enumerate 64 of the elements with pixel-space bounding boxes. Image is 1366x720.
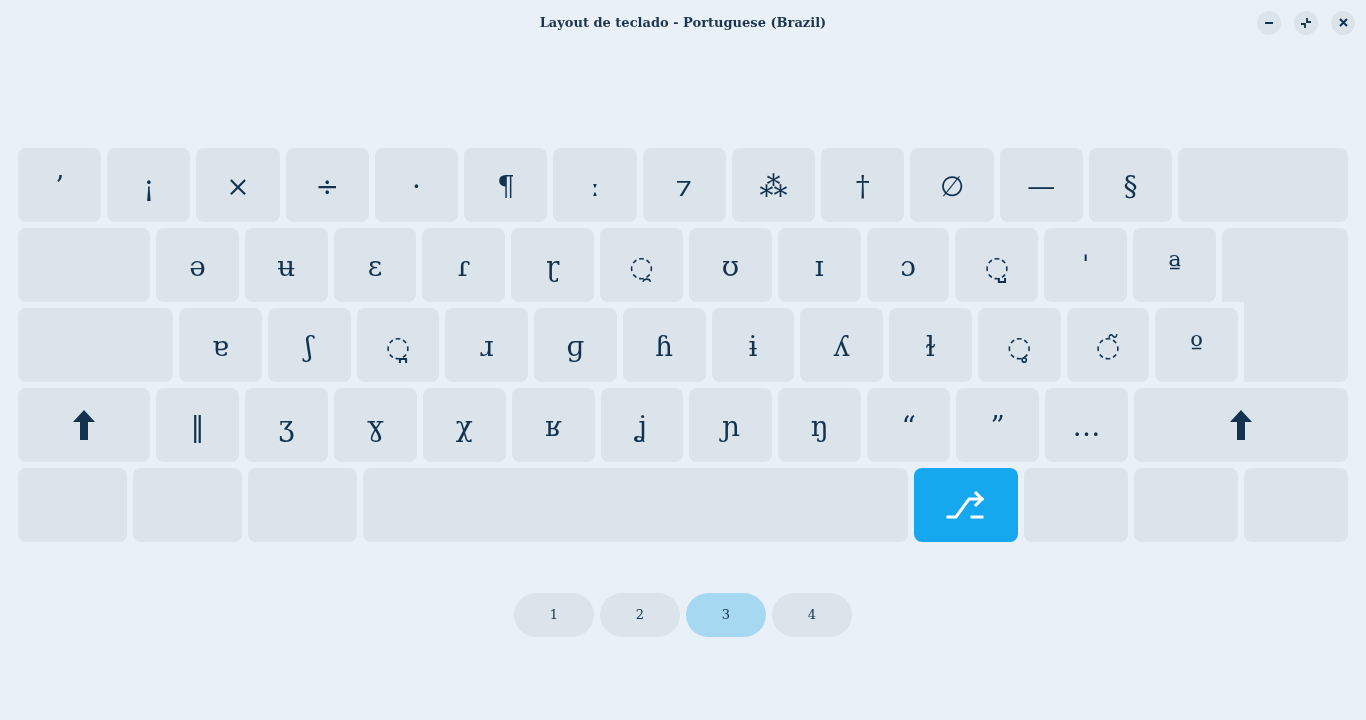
keyboard-key[interactable]: ɹ: [445, 308, 528, 382]
switch-key[interactable]: [914, 468, 1018, 542]
keyboard-key[interactable]: ”: [956, 388, 1040, 462]
keyboard-key[interactable]: χ: [422, 388, 506, 462]
keyboard-key[interactable]: ɣ: [333, 388, 417, 462]
keyboard-key[interactable]: ª: [1133, 228, 1216, 302]
page-tab[interactable]: 2: [600, 593, 680, 637]
keyboard-key[interactable]: ɡ: [534, 308, 617, 382]
keyboard-key[interactable]: ɐ: [179, 308, 262, 382]
keyboard-key[interactable]: ◌̪: [356, 308, 440, 382]
keyboard-key[interactable]: ɦ: [622, 308, 706, 382]
keyboard-key[interactable]: ʃ: [267, 308, 351, 382]
keyboard-key[interactable]: ʁ: [511, 388, 595, 462]
keyboard-key[interactable]: ʒ: [244, 388, 328, 462]
page-tab[interactable]: 4: [772, 593, 852, 637]
page-tab[interactable]: 3: [686, 593, 766, 637]
minimize-button[interactable]: [1257, 10, 1281, 35]
keyboard-key[interactable]: ŋ: [778, 388, 862, 462]
keyboard-key[interactable]: ɨ: [711, 308, 795, 382]
minimize-icon: [1265, 21, 1273, 24]
page-tab[interactable]: 1: [514, 593, 594, 637]
keyboard-key[interactable]: ˈ: [1044, 228, 1128, 302]
keyboard-key[interactable]: ʝ: [600, 388, 684, 462]
keyboard-key[interactable]: ɔ: [866, 228, 950, 302]
keyboard-key[interactable]: §: [1088, 148, 1173, 222]
restore-icon: [1301, 17, 1311, 28]
keyboard-key[interactable]: …: [1045, 388, 1128, 462]
keyboard-key[interactable]: ʎ: [800, 308, 883, 382]
keyboard-key[interactable]: ɾ: [422, 228, 506, 302]
keyboard-key[interactable]: ɫ: [889, 308, 972, 382]
keyboard-key[interactable]: ◌̥: [977, 308, 1061, 382]
close-button[interactable]: [1331, 10, 1355, 35]
keyboard-key[interactable]: ʊ: [688, 228, 772, 302]
keyboard-key[interactable]: ə: [156, 228, 239, 302]
up-arrow-icon: [73, 410, 95, 440]
shift-key[interactable]: [18, 388, 150, 462]
keyboard-key[interactable]: “: [867, 388, 951, 462]
keyboard-key[interactable]: ¶: [464, 148, 548, 222]
keyboard-key[interactable]: ◌̺: [955, 228, 1039, 302]
keyboard-key[interactable]: ÷: [285, 148, 369, 222]
window-title: Layout de teclado - Portuguese (Brazil): [539, 13, 827, 32]
keyboard-key[interactable]: ː: [553, 148, 637, 222]
keyboard-key[interactable]: ∅: [910, 148, 994, 222]
keyboard-key[interactable]: ⁂: [731, 148, 816, 222]
close-icon: [1338, 18, 1348, 27]
keyboard-key[interactable]: ’: [18, 148, 102, 222]
keyboard-key[interactable]: ¡: [107, 148, 191, 222]
keyboard-key[interactable]: ⁊: [642, 148, 726, 222]
restore-button[interactable]: [1294, 10, 1318, 35]
keyboard-key[interactable]: ×: [196, 148, 280, 222]
up-arrow-icon: [1229, 410, 1252, 440]
keyboard-key[interactable]: ɽ: [511, 228, 595, 302]
keyboard-key[interactable]: ·: [374, 148, 459, 222]
keyboard-key[interactable]: ɪ: [777, 228, 861, 302]
keyboard-key[interactable]: ‖: [156, 388, 239, 462]
keyboard-key[interactable]: ɲ: [689, 388, 773, 462]
alternative-key-icon: [946, 489, 986, 521]
keyboard-key[interactable]: ◌̯: [600, 228, 683, 302]
keyboard-key[interactable]: †: [821, 148, 905, 222]
keyboard-key[interactable]: º: [1155, 308, 1238, 382]
keyboard-key[interactable]: —: [999, 148, 1083, 222]
keyboard-key[interactable]: ◌̃: [1066, 308, 1150, 382]
keyboard-key[interactable]: ɛ: [333, 228, 417, 302]
keyboard-key[interactable]: ʉ: [244, 228, 328, 302]
